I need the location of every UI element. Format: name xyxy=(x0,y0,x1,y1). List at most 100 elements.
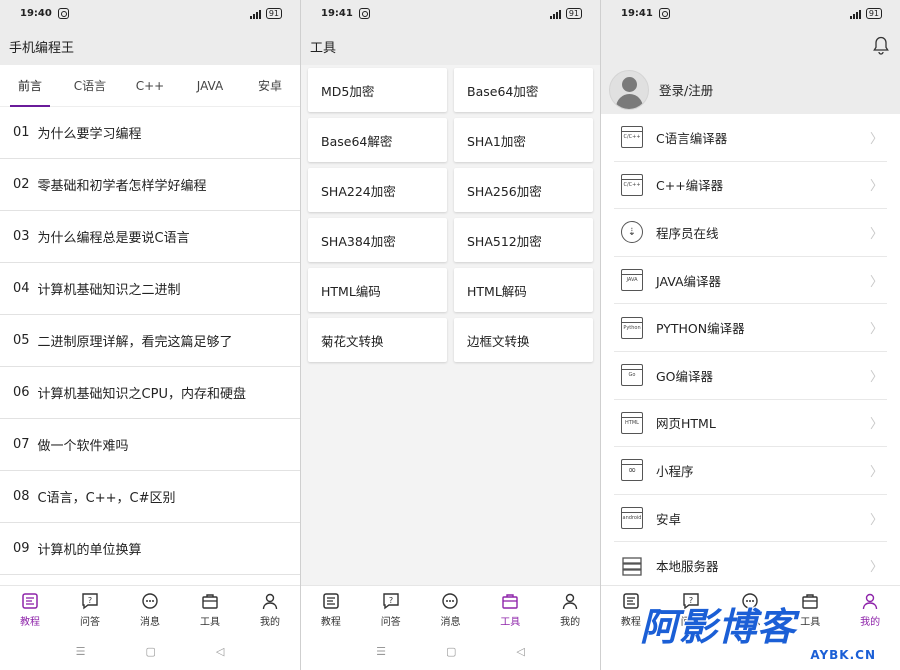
list-item[interactable]: 09 计算机的单位换算 xyxy=(0,523,300,575)
phone-tools: 19:41 91 工具 MD5加密 Base64加密 Base64解密 SHA1… xyxy=(300,0,600,670)
python-icon: Python xyxy=(621,316,643,339)
tool-button[interactable]: SHA1加密 xyxy=(454,118,593,162)
nav-tools[interactable]: 工具 xyxy=(480,586,540,633)
menu-icon[interactable]: ☰ xyxy=(376,645,386,658)
menu-label: 安卓 xyxy=(656,511,682,527)
list-item[interactable]: 07 做一个软件难吗 xyxy=(0,419,300,471)
avatar xyxy=(609,69,649,110)
toolbox-icon xyxy=(202,593,218,609)
battery-level: 91 xyxy=(565,8,582,19)
bottom-nav: 教程 ? 问答 消息 工具 我的 xyxy=(0,585,300,633)
status-bar: 19:40 91 xyxy=(0,0,300,27)
question-icon: ? xyxy=(382,592,399,609)
menu-item-python-compiler[interactable]: Python PYTHON编译器 〉 xyxy=(614,304,887,352)
notification-icon xyxy=(658,8,670,19)
lesson-title: 做一个软件难吗 xyxy=(37,439,129,454)
battery-level: 91 xyxy=(865,8,882,19)
menu-item-local-server[interactable]: 本地服务器 〉 xyxy=(614,542,887,590)
nav-label: 教程 xyxy=(20,616,40,628)
nav-me[interactable]: 我的 xyxy=(540,586,600,633)
status-bar: 19:41 91 xyxy=(301,0,600,27)
nav-label: 消息 xyxy=(440,616,461,628)
system-nav-bar: ☰ ▢ ◁ xyxy=(0,633,300,670)
list-item[interactable]: 04 计算机基础知识之二进制 xyxy=(0,263,300,315)
menu-item-c-compiler[interactable]: C/C++ C语言编译器 〉 xyxy=(614,114,887,162)
login-row[interactable]: 登录/注册 xyxy=(601,65,900,114)
lesson-number: 04 xyxy=(13,281,30,296)
signal-icon xyxy=(549,9,561,19)
nav-label: 我的 xyxy=(560,616,581,628)
menu-label: 网页HTML xyxy=(656,416,716,432)
tab-cpp[interactable]: C++ xyxy=(120,65,180,107)
screenshot-collage: 19:40 91 手机编程王 前言 C语言 C++ JAVA 安卓 01 为什么要… xyxy=(0,0,900,670)
notification-icon xyxy=(358,8,370,19)
tool-button[interactable]: 菊花文转换 xyxy=(308,318,447,362)
list-item[interactable]: 03 为什么编程总是要说C语言 xyxy=(0,211,300,263)
nav-qa[interactable]: ? 问答 xyxy=(361,586,421,633)
status-time: 19:40 xyxy=(20,8,52,19)
nav-messages[interactable]: 消息 xyxy=(421,586,481,633)
login-label: 登录/注册 xyxy=(659,83,714,98)
menu-item-java-compiler[interactable]: JAVA JAVA编译器 〉 xyxy=(614,257,887,305)
tab-java[interactable]: JAVA xyxy=(180,65,240,107)
nav-messages[interactable]: 消息 xyxy=(120,586,180,633)
tool-button[interactable]: HTML解码 xyxy=(454,268,593,312)
nav-tools[interactable]: 工具 xyxy=(180,586,240,633)
tool-button[interactable]: Base64解密 xyxy=(308,118,447,162)
menu-item-programmer-online[interactable]: ⇣ 程序员在线 〉 xyxy=(614,209,887,257)
home-icon[interactable]: ▢ xyxy=(146,645,156,658)
tool-button[interactable]: SHA224加密 xyxy=(308,168,447,212)
tool-button[interactable]: SHA512加密 xyxy=(454,218,593,262)
home-icon[interactable]: ▢ xyxy=(446,645,456,658)
nav-me[interactable]: 我的 xyxy=(240,586,300,633)
back-icon[interactable]: ◁ xyxy=(216,645,224,658)
profile-header xyxy=(601,27,900,65)
lesson-title: C语言，C++，C#区别 xyxy=(37,491,176,506)
tool-button[interactable]: SHA256加密 xyxy=(454,168,593,212)
menu-item-go-compiler[interactable]: Go GO编译器 〉 xyxy=(614,352,887,400)
chevron-right-icon: 〉 xyxy=(869,274,883,290)
nav-label: 教程 xyxy=(320,616,341,628)
back-icon[interactable]: ◁ xyxy=(516,645,524,658)
nav-label: 教程 xyxy=(620,616,641,628)
tool-button[interactable]: SHA384加密 xyxy=(308,218,447,262)
menu-label: 本地服务器 xyxy=(656,559,719,575)
app-title: 手机编程王 xyxy=(0,27,300,65)
watermark-sub: AYBK.CN xyxy=(810,648,876,662)
menu-label: 程序员在线 xyxy=(656,225,719,241)
phone-tutorials: 19:40 91 手机编程王 前言 C语言 C++ JAVA 安卓 01 为什么要… xyxy=(0,0,300,670)
tool-button[interactable]: 边框文转换 xyxy=(454,318,593,362)
svg-text:?: ? xyxy=(389,596,393,605)
bell-icon[interactable] xyxy=(873,36,889,55)
menu-label: GO编译器 xyxy=(656,368,714,384)
html-icon: HTML xyxy=(621,411,643,434)
list-item[interactable]: 08 C语言，C++，C#区别 xyxy=(0,471,300,523)
menu-icon[interactable]: ☰ xyxy=(76,645,86,658)
nav-label: 工具 xyxy=(500,616,521,628)
nav-qa[interactable]: ? 问答 xyxy=(60,586,120,633)
menu-item-android[interactable]: android 安卓 〉 xyxy=(614,495,887,543)
system-nav-bar: ☰ ▢ ◁ xyxy=(301,633,600,670)
tab-preface[interactable]: 前言 xyxy=(0,65,60,107)
list-item[interactable]: 01 为什么要学习编程 xyxy=(0,107,300,159)
menu-item-cpp-compiler[interactable]: C/C++ C++编译器 〉 xyxy=(614,162,887,210)
chevron-right-icon: 〉 xyxy=(869,464,883,480)
watermark-logo: 阿影博客 AYBK.CN xyxy=(639,596,880,662)
list-item[interactable]: 02 零基础和初学者怎样学好编程 xyxy=(0,159,300,211)
menu-item-mini-program[interactable]: ∞ 小程序 〉 xyxy=(614,447,887,495)
menu-item-html[interactable]: HTML 网页HTML 〉 xyxy=(614,400,887,448)
tool-button[interactable]: Base64加密 xyxy=(454,68,593,112)
chevron-right-icon: 〉 xyxy=(869,512,883,528)
lesson-list: 01 为什么要学习编程 02 零基础和初学者怎样学好编程 03 为什么编程总是要说C语… xyxy=(0,107,300,575)
tab-android[interactable]: 安卓 xyxy=(240,65,300,107)
tool-button[interactable]: HTML编码 xyxy=(308,268,447,312)
list-item[interactable]: 05 二进制原理详解，看完这篇足够了 xyxy=(0,315,300,367)
battery-level: 91 xyxy=(265,8,282,19)
tool-button[interactable]: MD5加密 xyxy=(308,68,447,112)
tab-c[interactable]: C语言 xyxy=(60,65,120,107)
lesson-number: 03 xyxy=(13,229,30,244)
nav-tutorials[interactable]: 教程 xyxy=(301,586,361,633)
list-item[interactable]: 06 计算机基础知识之CPU，内存和硬盘 xyxy=(0,367,300,419)
nav-tutorials[interactable]: 教程 xyxy=(0,586,60,633)
status-time: 19:41 xyxy=(321,8,353,19)
